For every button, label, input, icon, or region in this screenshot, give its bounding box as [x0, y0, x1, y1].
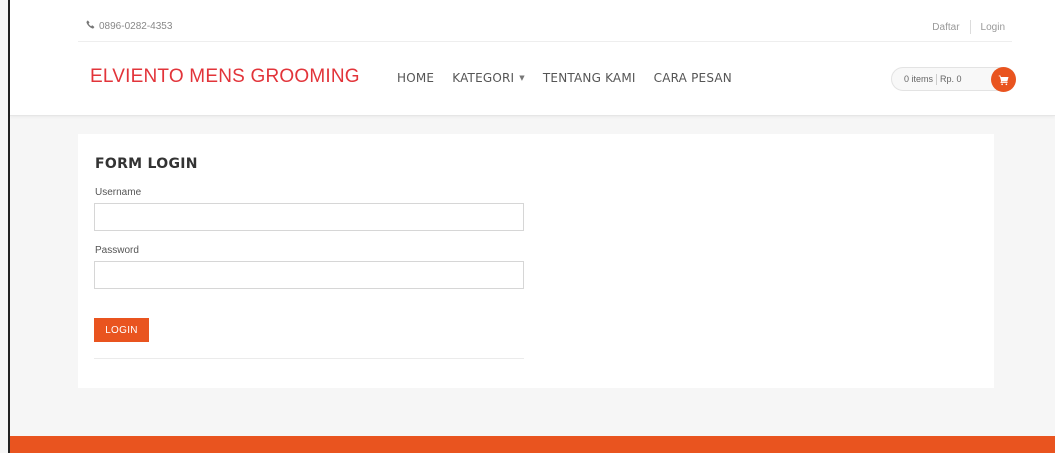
password-input[interactable]	[94, 261, 524, 289]
main-nav: HOME KATEGORI ▼ TENTANG KAMI CARA PESAN	[397, 71, 732, 85]
login-panel: FORM LOGIN Username Password LOGIN	[78, 134, 994, 388]
cart-widget[interactable]: 0 items Rp. 0	[891, 67, 1016, 92]
auth-divider	[969, 20, 971, 34]
cart-item-count: 0 items	[904, 74, 934, 84]
username-input[interactable]	[94, 203, 524, 231]
register-link[interactable]: Daftar	[932, 22, 959, 33]
phone-number: 0896-0282-4353	[99, 20, 173, 32]
phone-contact: 0896-0282-4353	[86, 20, 172, 32]
shopping-cart-icon	[998, 74, 1010, 86]
nav-tentang-kami[interactable]: TENTANG KAMI	[543, 71, 636, 85]
footer-bar	[10, 436, 1055, 453]
cart-button[interactable]	[991, 67, 1016, 92]
username-label: Username	[95, 187, 142, 198]
nav-kategori[interactable]: KATEGORI ▼	[452, 71, 525, 85]
cart-total: Rp. 0	[940, 74, 962, 84]
form-divider	[94, 358, 524, 359]
phone-icon	[86, 20, 95, 32]
chevron-down-icon: ▼	[519, 74, 525, 82]
cart-divider	[936, 73, 938, 85]
auth-links: Daftar Login	[932, 20, 1005, 34]
brand-logo[interactable]: ELVIENTO MENS GROOMING	[90, 66, 360, 88]
nav-home[interactable]: HOME	[397, 71, 434, 85]
nav-cara-pesan[interactable]: CARA PESAN	[654, 71, 732, 85]
login-link[interactable]: Login	[981, 22, 1005, 33]
nav-kategori-label: KATEGORI	[452, 71, 515, 85]
password-label: Password	[95, 245, 139, 256]
top-bar: 0896-0282-4353 Daftar Login	[78, 0, 1012, 42]
form-title: FORM LOGIN	[95, 156, 198, 172]
site-header: 0896-0282-4353 Daftar Login ELVIENTO MEN…	[10, 0, 1055, 116]
login-button[interactable]: LOGIN	[94, 318, 149, 342]
